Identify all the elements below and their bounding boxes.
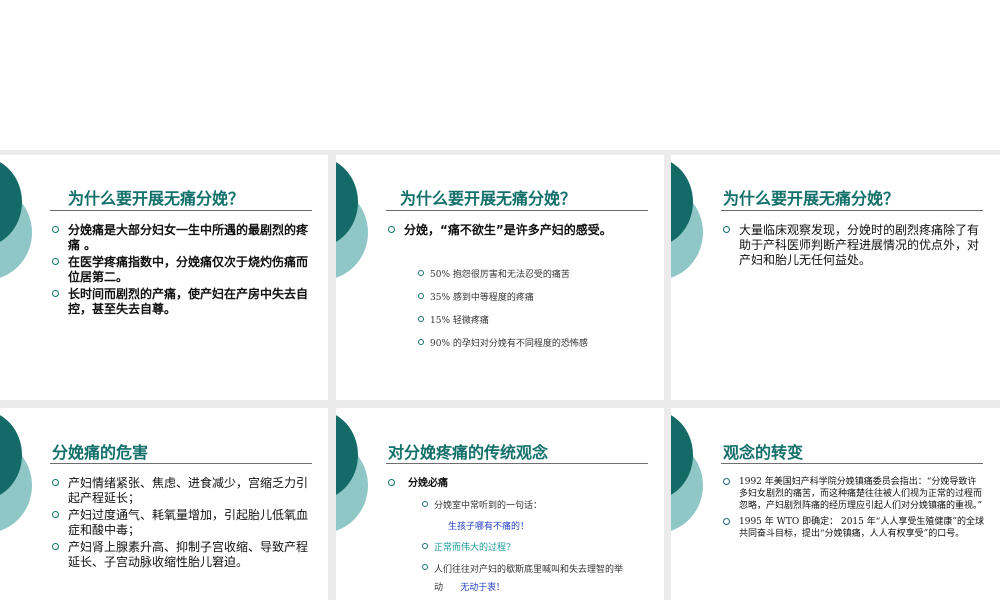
sub-bullet-item: 人们往往对产妇的歇斯底里喊叫和失去理智的举动 无动于衷! [422,561,658,597]
bullet-list: 分娩痛是大部分妇女一生中所遇的最剧烈的疼痛 。 在医学疼痛指数中，分娩痛仅次于烧… [52,223,310,319]
sub-bullet-list: 分娩室中常听到的一句话： 生孩子哪有不痛的！ 正常而伟大的过程? 人们往往对产妇… [422,498,658,597]
bullet-item: 分娩必痛 [388,476,646,491]
bullet-circle-icon [388,226,395,233]
slide-title: 为什么要开展无痛分娩？ [68,189,245,208]
sub-bullet-item: 35% 感到中等程度的疼痛 [418,290,654,303]
bullet-circle-icon [418,270,424,276]
slide-title: 为什么要开展无痛分娩？ [723,189,900,208]
blank-area [0,0,1000,150]
bullet-item: 长时间而剧烈的产痛，使产妇在产房中失去自控，甚至失去自尊。 [52,287,310,317]
sub-bullet-item: 生孩子哪有不痛的！ [448,522,530,532]
bullet-item: 1995 年 WTO 即确定： 2015 年“人人享受生殖健康”的全球共同奋斗目… [723,516,985,540]
sub-bullet-item: 90% 的孕妇对分娩有不同程度的恐怖感 [418,336,654,349]
slide-title: 观念的转变 [723,443,804,462]
sub-bullet-item: 分娩室中常听到的一句话： [422,498,658,511]
bullet-item: 在医学疼痛指数中，分娩痛仅次于烧灼伤痛而位居第二。 [52,255,310,285]
slide-2[interactable]: 为什么要开展无痛分娩？ 分娩，“痛不欲生”是许多产妇的感受。 50% 抱怨很厉害… [336,155,664,400]
bullet-circle-icon [418,339,424,345]
title-rule [386,463,648,464]
bullet-circle-icon [52,543,59,550]
sub-bullet-list: 50% 抱怨很厉害和无法忍受的痛苦 35% 感到中等程度的疼痛 15% 轻微疼痛… [418,267,654,349]
bullet-circle-icon [723,478,730,485]
bullet-item: 1992 年美国妇产科学院分娩镇痛委员会指出：“分娩导致许多妇女剧烈的痛苦，而这… [723,476,985,512]
bullet-circle-icon [418,293,424,299]
bullet-circle-icon [422,564,428,570]
title-rule [50,210,312,211]
bullet-circle-icon [52,511,59,518]
title-rule [721,463,983,464]
bullet-list: 1992 年美国妇产科学院分娩镇痛委员会指出：“分娩导致许多妇女剧烈的痛苦，而这… [723,476,985,542]
bullet-circle-icon [52,290,59,297]
slide-4[interactable]: 分娩痛的危害 产妇情绪紧张、焦虑、进食减少，宫缩乏力引起产程延长； 产妇过度通气… [0,408,328,600]
bullet-item: 大量临床观察发现，分娩时的剧烈疼痛除了有助于产科医师判断产程进展情况的优点外，对… [723,223,981,268]
sub-bullet-item: 50% 抱怨很厉害和无法忍受的痛苦 [418,267,654,280]
bullet-list: 产妇情绪紧张、焦虑、进食减少，宫缩乏力引起产程延长； 产妇过度通气、耗氧量增加，… [52,476,310,572]
bullet-item: 分娩痛是大部分妇女一生中所遇的最剧烈的疼痛 。 [52,223,310,253]
bullet-circle-icon [723,518,730,525]
slide-title: 为什么要开展无痛分娩？ [400,189,577,208]
bullet-list: 分娩，“痛不欲生”是许多产妇的感受。 [388,223,646,240]
sub-bullet-item: 正常而伟大的过程? [422,540,658,553]
bullet-list: 大量临床观察发现，分娩时的剧烈疼痛除了有助于产科医师判断产程进展情况的优点外，对… [723,223,981,270]
bullet-item: 产妇肾上腺素升高、抑制子宫收缩、导致产程延长、子宫动脉收缩性胎儿窘迫。 [52,540,310,570]
slide-1[interactable]: 为什么要开展无痛分娩？ 分娩痛是大部分妇女一生中所遇的最剧烈的疼痛 。 在医学疼… [0,155,328,400]
bullet-item: 产妇情绪紧张、焦虑、进食减少，宫缩乏力引起产程延长； [52,476,310,506]
sub-bullet-item: 15% 轻微疼痛 [418,313,654,326]
bullet-item: 分娩，“痛不欲生”是许多产妇的感受。 [388,223,646,238]
slide-title: 对分娩疼痛的传统观念 [388,443,549,462]
bullet-circle-icon [418,316,424,322]
slide-5[interactable]: 对分娩疼痛的传统观念 分娩必痛 分娩室中常听到的一句话： 生孩子哪有不痛的！ 正… [336,408,664,600]
bullet-circle-icon [388,479,395,486]
bullet-circle-icon [52,258,59,265]
slide-title: 分娩痛的危害 [52,443,149,462]
bullet-circle-icon [52,479,59,486]
title-rule [50,463,312,464]
bullet-circle-icon [52,226,59,233]
title-rule [721,210,983,211]
bullet-circle-icon [723,226,730,233]
bullet-circle-icon [422,501,428,507]
title-rule [386,210,648,211]
bullet-list: 分娩必痛 [388,476,646,493]
bullet-item: 产妇过度通气、耗氧量增加，引起胎儿低氧血症和酸中毒； [52,508,310,538]
bullet-circle-icon [422,543,428,549]
slide-3[interactable]: 为什么要开展无痛分娩？ 大量临床观察发现，分娩时的剧烈疼痛除了有助于产科医师判断… [671,155,1000,400]
slide-6[interactable]: 观念的转变 1992 年美国妇产科学院分娩镇痛委员会指出：“分娩导致许多妇女剧烈… [671,408,1000,600]
